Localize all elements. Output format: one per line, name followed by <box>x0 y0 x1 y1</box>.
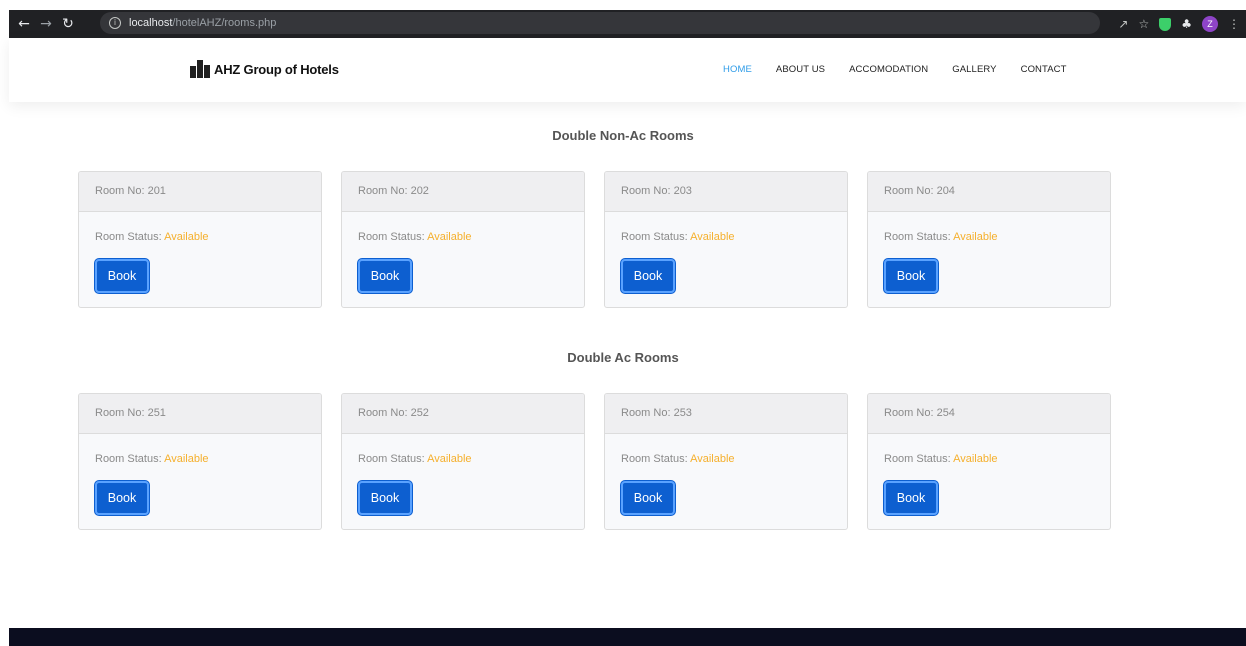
room-card: Room No: 203 Room Status: Available Book <box>604 171 848 308</box>
extensions-puzzle-icon[interactable]: ♣ <box>1181 17 1192 31</box>
room-card: Room No: 204 Room Status: Available Book <box>867 171 1111 308</box>
section-title: Double Non-Ac Rooms <box>552 128 694 143</box>
book-button[interactable]: Book <box>358 259 412 293</box>
room-status: Room Status: Available <box>358 453 472 465</box>
room-number: Room No: 201 <box>79 172 321 212</box>
room-number: Room No: 202 <box>342 172 584 212</box>
reload-icon[interactable]: ↻ <box>57 16 79 32</box>
room-card: Room No: 254 Room Status: Available Book <box>867 393 1111 530</box>
book-button[interactable]: Book <box>884 481 938 515</box>
room-status-label: Room Status: <box>95 453 162 465</box>
room-status: Room Status: Available <box>884 453 998 465</box>
forward-arrow-icon[interactable]: → <box>35 16 57 32</box>
room-number: Room No: 254 <box>868 394 1110 434</box>
left-gutter <box>0 0 9 646</box>
status-available: Available <box>953 453 998 465</box>
room-card: Room No: 252 Room Status: Available Book <box>341 393 585 530</box>
book-button[interactable]: Book <box>358 481 412 515</box>
book-button[interactable]: Book <box>621 259 675 293</box>
room-status-label: Room Status: <box>621 453 688 465</box>
brand-name: AHZ Group of Hotels <box>214 61 339 77</box>
room-status: Room Status: Available <box>95 453 209 465</box>
browser-actions: ↗ ☆ ♣ Z ⋮ <box>1118 10 1240 38</box>
status-available: Available <box>953 231 998 243</box>
room-status: Room Status: Available <box>884 231 998 243</box>
url-path: /hotelAHZ/rooms.php <box>172 17 277 29</box>
extension-shield-icon[interactable] <box>1159 17 1172 31</box>
book-button[interactable]: Book <box>95 259 149 293</box>
section-title: Double Ac Rooms <box>567 350 679 365</box>
profile-avatar[interactable]: Z <box>1202 16 1218 32</box>
room-status-label: Room Status: <box>358 231 425 243</box>
address-bar[interactable]: i localhost /hotelAHZ/rooms.php <box>100 12 1100 34</box>
site-header: AHZ Group of Hotels HOME ABOUT US ACCOMO… <box>9 38 1246 102</box>
nav-about-us[interactable]: ABOUT US <box>776 64 825 75</box>
nav-home[interactable]: HOME <box>723 64 752 75</box>
status-available: Available <box>427 231 472 243</box>
status-available: Available <box>690 231 735 243</box>
room-status-label: Room Status: <box>358 453 425 465</box>
book-button[interactable]: Book <box>95 481 149 515</box>
room-number: Room No: 252 <box>342 394 584 434</box>
room-number: Room No: 253 <box>605 394 847 434</box>
room-card: Room No: 201 Room Status: Available Book <box>78 171 322 308</box>
room-status-label: Room Status: <box>95 231 162 243</box>
bookmark-star-icon[interactable]: ☆ <box>1138 17 1149 31</box>
room-card: Room No: 251 Room Status: Available Book <box>78 393 322 530</box>
room-status: Room Status: Available <box>358 231 472 243</box>
back-arrow-icon[interactable]: ← <box>13 16 35 32</box>
room-status-label: Room Status: <box>621 231 688 243</box>
url-host: localhost <box>129 17 173 29</box>
room-status: Room Status: Available <box>95 231 209 243</box>
status-available: Available <box>164 231 209 243</box>
share-icon[interactable]: ↗ <box>1118 17 1128 31</box>
hotel-building-icon <box>190 60 210 78</box>
status-available: Available <box>164 453 209 465</box>
book-button[interactable]: Book <box>621 481 675 515</box>
nav-contact[interactable]: CONTACT <box>1021 64 1067 75</box>
site-info-icon[interactable]: i <box>109 17 121 29</box>
room-status: Room Status: Available <box>621 453 735 465</box>
room-number: Room No: 203 <box>605 172 847 212</box>
room-status-label: Room Status: <box>884 231 951 243</box>
brand[interactable]: AHZ Group of Hotels <box>190 60 339 78</box>
main-nav: HOME ABOUT US ACCOMODATION GALLERY CONTA… <box>723 64 1091 75</box>
room-card: Room No: 202 Room Status: Available Book <box>341 171 585 308</box>
menu-kebab-icon[interactable]: ⋮ <box>1228 17 1240 31</box>
room-number: Room No: 204 <box>868 172 1110 212</box>
room-card: Room No: 253 Room Status: Available Book <box>604 393 848 530</box>
status-available: Available <box>690 453 735 465</box>
browser-toolbar: ← → ↻ i localhost /hotelAHZ/rooms.php ↗ … <box>9 10 1246 38</box>
status-available: Available <box>427 453 472 465</box>
room-status-label: Room Status: <box>884 453 951 465</box>
room-number: Room No: 251 <box>79 394 321 434</box>
room-status: Room Status: Available <box>621 231 735 243</box>
nav-accomodation[interactable]: ACCOMODATION <box>849 64 928 75</box>
book-button[interactable]: Book <box>884 259 938 293</box>
nav-gallery[interactable]: GALLERY <box>952 64 996 75</box>
site-footer <box>9 628 1246 646</box>
